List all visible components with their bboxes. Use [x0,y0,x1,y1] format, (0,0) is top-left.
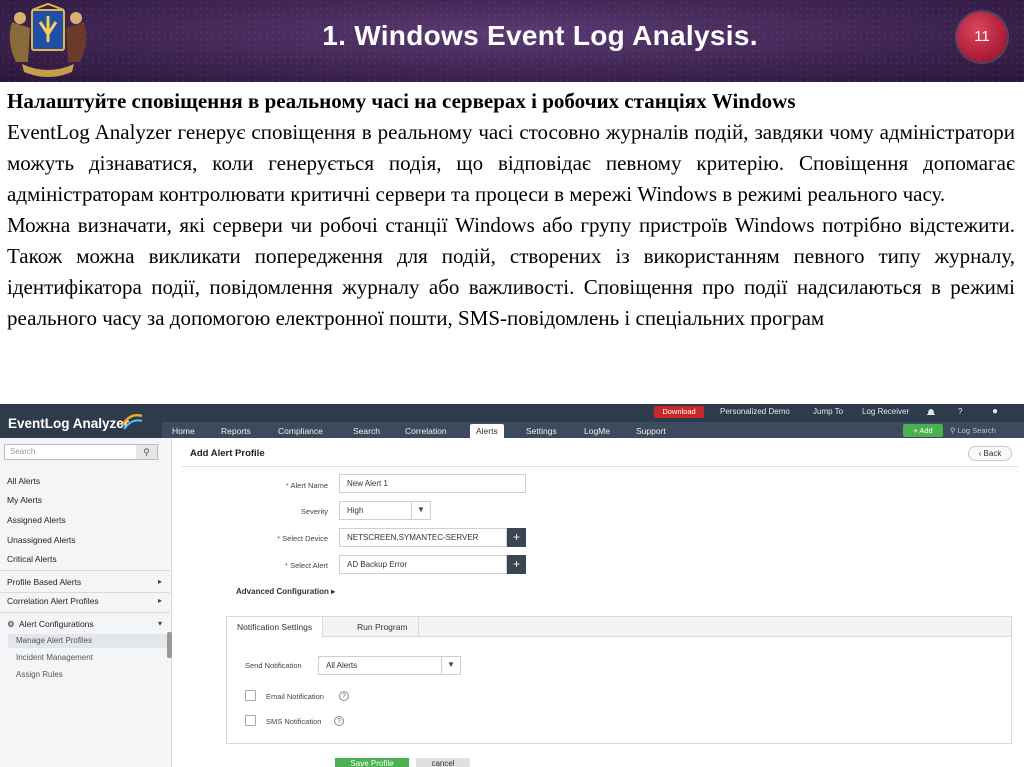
sidebar-divider [0,570,170,571]
sidebar-group-profile-based-alerts[interactable]: Profile Based Alerts [7,575,81,589]
back-button[interactable]: ‹ Back [968,446,1012,461]
slide-paragraph-1: EventLog Analyzer генерує сповіщення в р… [7,120,1015,206]
notification-panel: Notification Settings Run Program Send N… [226,616,1012,744]
log-receiver-link[interactable]: Log Receiver [862,404,909,420]
advanced-configuration-toggle[interactable]: Advanced Configuration ▸ [236,587,335,596]
app-logo[interactable]: EventLog Analyzer [8,416,129,431]
nav-settings[interactable]: Settings [526,424,557,438]
help-menu[interactable]: ? [958,404,962,420]
app-topbar: EventLog Analyzer Download Personalized … [0,404,1024,438]
download-button[interactable]: Download [654,406,704,418]
nav-correlation[interactable]: Correlation [405,424,447,438]
sidebar-item-all-alerts[interactable]: All Alerts [7,474,40,488]
nav-home[interactable]: Home [172,424,195,438]
logo-swoosh-icon [120,413,143,430]
alert-name-label: * Alert Name [285,481,328,490]
personalized-demo-link[interactable]: Personalized Demo [720,404,790,420]
back-button-label: Back [983,449,1002,458]
chevron-right-icon: ▸ [331,587,336,596]
sidebar-divider [0,612,170,613]
chevron-right-icon[interactable]: ▸ [158,577,162,586]
nav-search[interactable]: Search [353,424,380,438]
select-device-label: * Select Device [277,534,328,543]
jump-to-link[interactable]: Jump To [813,404,843,420]
save-profile-button[interactable]: Save Profile [335,758,409,767]
sidebar-group-correlation-alert-profiles[interactable]: Correlation Alert Profiles [7,594,99,608]
select-alert-field[interactable]: AD Backup Error [339,555,507,574]
sms-notification-checkbox[interactable] [245,715,256,726]
slide-paragraph-2: Можна визначати, які сервери чи робочі с… [7,213,1015,330]
chevron-down-icon[interactable]: ▼ [411,501,430,520]
chevron-left-icon: ‹ [978,449,982,458]
select-alert-label: * Select Alert [285,561,328,570]
tab-notification-settings[interactable]: Notification Settings [227,617,324,638]
chevron-down-icon[interactable]: ▼ [441,656,460,675]
cancel-button[interactable]: cancel [416,758,470,767]
sidebar-item-critical-alerts[interactable]: Critical Alerts [7,552,57,566]
nav-support[interactable]: Support [636,424,666,438]
nav-reports[interactable]: Reports [221,424,251,438]
slide-body: Налаштуйте сповіщення в реальному часі н… [7,86,1015,334]
email-notification-checkbox[interactable] [245,690,256,701]
tab-strip: Notification Settings Run Program [227,617,1011,638]
add-device-button[interactable]: + [507,528,526,547]
user-avatar[interactable]: ● [992,404,998,420]
sidebar: Search ⚲ All Alerts My Alerts Assigned A… [0,438,172,767]
sidebar-item-incident-management[interactable]: Incident Management [16,651,93,665]
slide-heading: Налаштуйте сповіщення в реальному часі н… [7,89,796,113]
title-divider [182,466,1018,467]
eventlog-app-screenshot: EventLog Analyzer Download Personalized … [0,404,1024,767]
send-notification-label: Send Notification [245,661,302,670]
sms-notification-label: SMS Notification [266,717,322,726]
email-notification-label: Email Notification [266,692,324,701]
select-device-field[interactable]: NETSCREEN,SYMANTEC-SERVER [339,528,507,547]
nav-alerts[interactable]: Alerts [470,424,504,438]
chevron-right-icon[interactable]: ▸ [158,596,162,605]
send-notification-select[interactable]: All Alerts [318,656,461,675]
help-icon[interactable]: ? [339,691,349,701]
log-search-placeholder: Log Search [957,426,996,435]
sidebar-item-assigned-alerts[interactable]: Assigned Alerts [7,513,66,527]
sidebar-item-manage-alert-profiles[interactable]: Manage Alert Profiles [8,634,171,648]
alert-name-field[interactable]: New Alert 1 [339,474,526,493]
chevron-down-icon[interactable]: ▾ [158,619,162,628]
nav-logme[interactable]: LogMe [584,424,610,438]
severity-label: Severity [300,507,328,516]
sidebar-group-alert-configurations[interactable]: Alert Configurations [19,617,94,631]
slide-header: 1. Windows Event Log Analysis. 11 [0,0,1024,82]
bell-icon[interactable] [926,407,936,417]
sidebar-search-input[interactable]: Search [4,444,158,460]
search-icon[interactable]: ⚲ [136,445,157,459]
help-icon[interactable]: ? [334,716,344,726]
advanced-configuration-label: Advanced Configuration [236,587,329,596]
log-search-input[interactable]: ⚲ Log Search [950,424,1024,437]
tab-run-program[interactable]: Run Program [347,617,419,637]
sidebar-item-unassigned-alerts[interactable]: Unassigned Alerts [7,533,76,547]
slide-number-badge: 11 [957,12,1007,62]
sidebar-scrollbar[interactable] [167,632,172,658]
sidebar-item-assign-rules[interactable]: Assign Rules [16,668,63,682]
add-alert-button[interactable]: + [507,555,526,574]
nav-compliance[interactable]: Compliance [278,424,323,438]
page-title: Add Alert Profile [190,448,265,459]
gear-icon: ⚙ [7,619,15,629]
add-button[interactable]: + Add [903,424,943,437]
sidebar-divider [0,592,170,593]
sidebar-item-my-alerts[interactable]: My Alerts [7,493,42,507]
slide-title: 1. Windows Event Log Analysis. [322,20,758,51]
search-icon: ⚲ [950,426,956,435]
